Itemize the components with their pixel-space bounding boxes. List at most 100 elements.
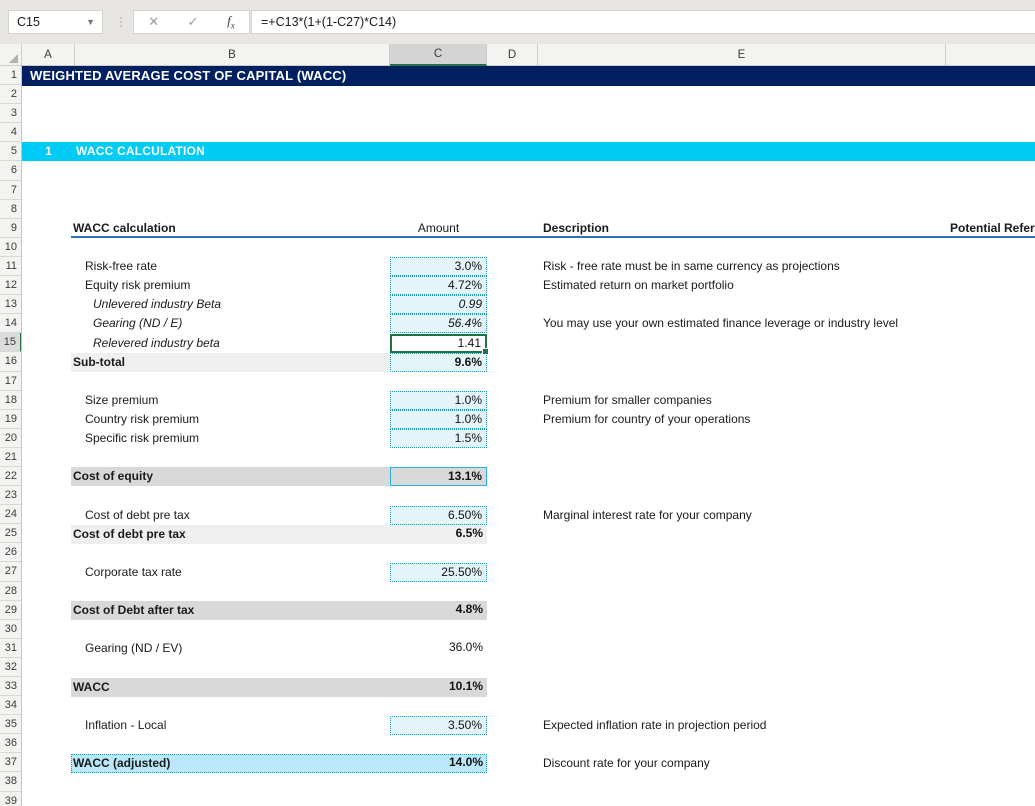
row-header[interactable]: 32	[0, 658, 21, 677]
formula-bar-separator: ⋮	[115, 10, 127, 34]
row-header[interactable]: 10	[0, 238, 21, 257]
header-amount[interactable]: Amount	[390, 219, 487, 238]
amount-cell[interactable]: 13.1%	[390, 467, 487, 486]
row-description[interactable]: Expected inflation rate in projection pe…	[543, 716, 766, 735]
table-row: Unlevered industry Beta 0.99	[0, 295, 1035, 314]
table-row: Equity risk premium 4.72% Estimated retu…	[0, 276, 1035, 295]
row-label[interactable]: Cost of debt pre tax	[85, 506, 190, 525]
row-description[interactable]: Premium for smaller companies	[543, 391, 712, 410]
row-header[interactable]: 6	[0, 161, 21, 180]
header-description[interactable]: Description	[543, 219, 609, 238]
amount-cell[interactable]: 14.0%	[390, 754, 487, 773]
amount-cell[interactable]: 10.1%	[390, 678, 487, 697]
column-header-a[interactable]: A	[22, 44, 75, 66]
row-header[interactable]: 26	[0, 543, 21, 562]
row-label[interactable]: Country risk premium	[85, 410, 199, 429]
row-label[interactable]: Specific risk premium	[85, 429, 199, 448]
row-label[interactable]: Cost of Debt after tax	[73, 601, 194, 620]
row-label[interactable]: Relevered industry beta	[93, 334, 220, 353]
amount-cell[interactable]: 0.99	[390, 295, 487, 314]
row-header[interactable]: 36	[0, 734, 21, 753]
row-label[interactable]: WACC (adjusted)	[73, 754, 170, 773]
table-row: Relevered industry beta 1.41	[0, 334, 1035, 353]
column-header-c-selected[interactable]: C	[390, 44, 487, 66]
amount-cell[interactable]: 1.0%	[390, 391, 487, 410]
column-header-b[interactable]: B	[75, 44, 390, 66]
table-row: WACC (adjusted) 14.0% Discount rate for …	[0, 754, 1035, 773]
table-row: Cost of debt pre tax 6.50% Marginal inte…	[0, 506, 1035, 525]
table-row: Cost of debt pre tax 6.5%	[0, 525, 1035, 544]
row-label[interactable]: Gearing (ND / E)	[93, 314, 182, 333]
amount-cell[interactable]: 3.50%	[390, 716, 487, 735]
name-box[interactable]: C15 ▼	[8, 10, 103, 34]
row-label[interactable]: Risk-free rate	[85, 257, 157, 276]
row-label[interactable]: Corporate tax rate	[85, 563, 182, 582]
amount-cell[interactable]: 36.0%	[390, 639, 487, 658]
row-header[interactable]: 34	[0, 696, 21, 715]
amount-cell[interactable]: 4.72%	[390, 276, 487, 295]
row-label[interactable]: WACC	[73, 678, 110, 697]
table-row: WACC 10.1%	[0, 678, 1035, 697]
row-header[interactable]: 28	[0, 582, 21, 601]
row-header[interactable]: 5	[0, 142, 21, 161]
sheet-title-banner[interactable]: WEIGHTED AVERAGE COST OF CAPITAL (WACC)	[22, 66, 1035, 86]
column-header-row: A B C D E	[0, 44, 1035, 66]
amount-cell[interactable]: 9.6%	[390, 353, 487, 372]
row-header[interactable]: 38	[0, 772, 21, 791]
row-header[interactable]: 30	[0, 620, 21, 639]
chevron-down-icon[interactable]: ▼	[86, 11, 95, 33]
amount-cell[interactable]: 3.0%	[390, 257, 487, 276]
row-label[interactable]: Equity risk premium	[85, 276, 190, 295]
formula-input[interactable]: =+C13*(1+(1-C27)*C14)	[251, 10, 1035, 34]
enter-icon[interactable]: ✓	[188, 14, 199, 30]
table-row: Gearing (ND / EV) 36.0%	[0, 639, 1035, 658]
amount-cell[interactable]: 1.0%	[390, 410, 487, 429]
select-all-button[interactable]	[0, 44, 22, 66]
table-row: Risk-free rate 3.0% Risk - free rate mus…	[0, 257, 1035, 276]
column-header-e[interactable]: E	[538, 44, 946, 66]
row-header[interactable]: 17	[0, 372, 21, 391]
row-header[interactable]: 2	[0, 85, 21, 104]
row-header[interactable]: 3	[0, 104, 21, 123]
amount-cell[interactable]: 6.50%	[390, 506, 487, 525]
column-header-d[interactable]: D	[487, 44, 538, 66]
selected-cell[interactable]: 1.41	[390, 334, 487, 353]
row-description[interactable]: Estimated return on market portfolio	[543, 276, 734, 295]
row-header[interactable]: 1	[0, 66, 21, 85]
row-label[interactable]: Gearing (ND / EV)	[85, 639, 182, 658]
row-label[interactable]: Cost of debt pre tax	[73, 525, 186, 544]
row-description[interactable]: Marginal interest rate for your company	[543, 506, 752, 525]
row-description[interactable]: Discount rate for your company	[543, 754, 710, 773]
row-header[interactable]: 4	[0, 123, 21, 142]
amount-cell[interactable]: 56.4%	[390, 314, 487, 333]
row-description[interactable]: Premium for country of your operations	[543, 410, 750, 429]
row-header[interactable]: 8	[0, 200, 21, 219]
row-header[interactable]: 39	[0, 792, 21, 806]
row-description[interactable]: You may use your own estimated finance l…	[543, 314, 898, 333]
row-header[interactable]: 7	[0, 181, 21, 200]
header-calculation[interactable]: WACC calculation	[73, 219, 176, 238]
amount-cell[interactable]: 4.8%	[390, 601, 487, 620]
table-row: Corporate tax rate 25.50%	[0, 563, 1035, 582]
table-row: Gearing (ND / E) 56.4% You may use your …	[0, 314, 1035, 333]
table-row: Specific risk premium 1.5%	[0, 429, 1035, 448]
cancel-icon[interactable]: ✕	[148, 14, 159, 30]
row-header[interactable]: 21	[0, 448, 21, 467]
table-row: Cost of Debt after tax 4.8%	[0, 601, 1035, 620]
row-description[interactable]: Risk - free rate must be in same currenc…	[543, 257, 840, 276]
row-label[interactable]: Inflation - Local	[85, 716, 166, 735]
header-reference[interactable]: Potential Refer	[950, 219, 1035, 238]
insert-function-icon[interactable]: fx	[227, 13, 235, 31]
row-label[interactable]: Cost of equity	[73, 467, 153, 486]
section-banner[interactable]: 1 WACC CALCULATION	[22, 142, 1035, 161]
row-label[interactable]: Size premium	[85, 391, 158, 410]
amount-cell[interactable]: 25.50%	[390, 563, 487, 582]
table-header-row: WACC calculation Amount Description Pote…	[0, 219, 1035, 238]
amount-cell[interactable]: 6.5%	[390, 525, 487, 544]
column-header-blank[interactable]	[946, 44, 1035, 66]
row-label[interactable]: Unlevered industry Beta	[93, 295, 221, 314]
section-title: WACC CALCULATION	[76, 142, 205, 161]
row-label[interactable]: Sub-total	[73, 353, 125, 372]
amount-cell[interactable]: 1.5%	[390, 429, 487, 448]
row-header[interactable]: 23	[0, 486, 21, 505]
